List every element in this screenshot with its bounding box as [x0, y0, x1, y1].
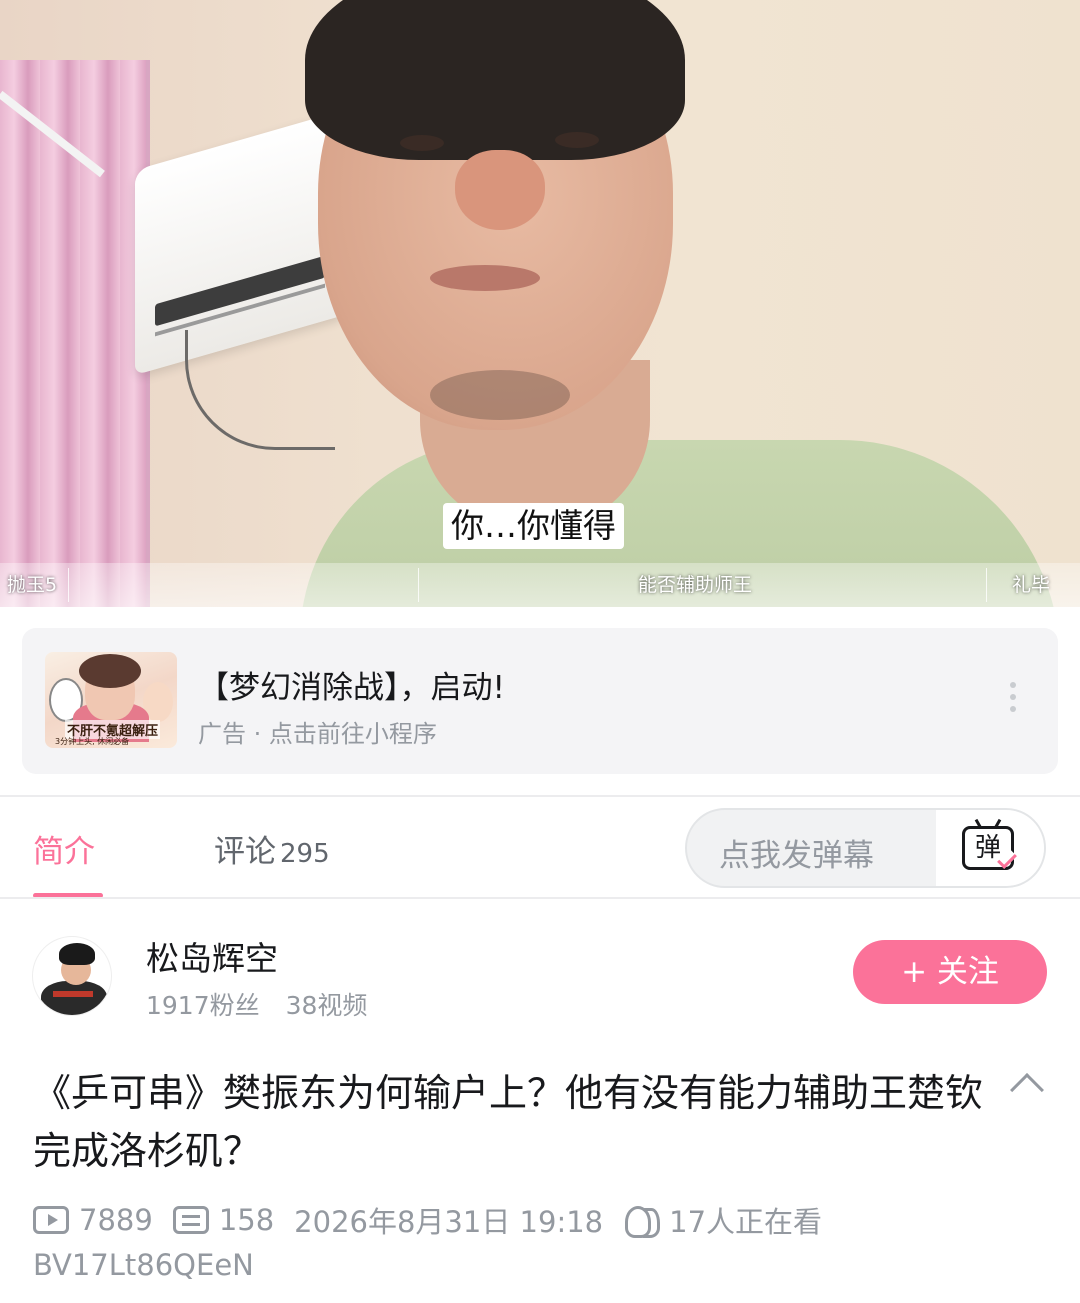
uploader-stats: 1917粉丝 38视频 — [146, 986, 367, 1022]
follow-button[interactable]: + 关注 — [853, 940, 1047, 1004]
avatar[interactable] — [32, 936, 112, 1016]
nose — [455, 150, 545, 230]
collapse-chevron-icon[interactable] — [1010, 1073, 1044, 1107]
danmaku-separator — [418, 568, 419, 602]
hair — [305, 0, 685, 160]
danmaku-separator — [68, 568, 69, 602]
divider — [0, 795, 1080, 797]
tab-comments[interactable]: 评论 295 — [214, 826, 330, 871]
danmaku-input[interactable]: 点我发弹幕 弹 — [685, 808, 1046, 888]
ad-thumb-subtext: 3分钟上头, 休闲必备 — [55, 737, 130, 746]
play-count-icon — [33, 1206, 69, 1234]
publish-date: 2026年8月31日 19:18 — [294, 1205, 604, 1239]
beard — [430, 370, 570, 420]
videos-count: 38视频 — [285, 991, 368, 1020]
danmaku-item: 礼毕 — [1012, 574, 1051, 596]
watching-people-icon — [623, 1206, 661, 1238]
tab-comments-label: 评论 — [214, 834, 276, 870]
video-player[interactable]: 抛玉5 能否辅助师王 礼毕 你…你懂得 — [0, 0, 1080, 607]
uploader-name[interactable]: 松岛辉空 — [146, 932, 278, 980]
danmaku-item: 抛玉5 — [7, 574, 58, 596]
danmaku-count-icon — [172, 1206, 209, 1234]
comments-count: 295 — [280, 839, 330, 869]
danmaku-input-placeholder: 点我发弹幕 — [719, 838, 874, 874]
right-eye — [555, 132, 599, 148]
curtain — [0, 60, 150, 607]
ad-subtitle: 广告 · 点击前往小程序 — [198, 720, 437, 748]
divider — [0, 897, 1080, 899]
danmaku-send-button[interactable]: 弹 — [936, 810, 1044, 886]
fans-count: 1917粉丝 — [146, 991, 260, 1020]
danmaku-strip — [0, 563, 1080, 607]
ad-title: 【梦幻消除战】，启动! — [198, 670, 505, 706]
cable — [185, 330, 335, 450]
bvid: BV17Lt86QEeN — [33, 1248, 254, 1282]
video-title: 《乒可串》樊振东为何输户上？他有没有能力辅助王楚钦完成洛杉矶？ — [33, 1071, 984, 1173]
danmaku-count: 158 — [218, 1203, 275, 1237]
ad-card[interactable]: 不肝不氪超解压 3分钟上头, 休闲必备 【梦幻消除战】，启动! 广告 · 点击前… — [22, 628, 1058, 774]
tab-intro[interactable]: 简介 — [33, 826, 95, 871]
more-dots-icon[interactable] — [1006, 682, 1020, 722]
watching-count: 17人正在看 — [669, 1205, 823, 1239]
video-meta: 7889 158 2026年8月31日 19:18 17人正在看 — [33, 1198, 842, 1242]
danmaku-separator — [986, 568, 987, 602]
danmaku-item: 能否辅助师王 — [638, 574, 753, 596]
mouth — [430, 265, 540, 291]
left-eye — [400, 135, 444, 151]
view-count: 7889 — [79, 1203, 153, 1237]
video-subtitle: 你…你懂得 — [443, 503, 624, 549]
ad-thumbnail: 不肝不氪超解压 3分钟上头, 休闲必备 — [45, 652, 177, 748]
